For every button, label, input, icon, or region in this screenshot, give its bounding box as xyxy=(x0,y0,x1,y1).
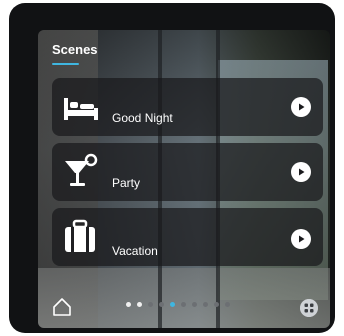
cocktail-icon xyxy=(65,153,98,186)
bottom-bar xyxy=(38,298,330,328)
play-icon xyxy=(299,168,305,176)
play-button[interactable] xyxy=(291,162,311,182)
page-title: Scenes xyxy=(52,42,98,57)
page-dot[interactable] xyxy=(181,302,186,307)
bed-icon xyxy=(64,98,98,120)
page-dot[interactable] xyxy=(148,302,153,307)
home-icon[interactable] xyxy=(52,297,72,317)
scene-card-vacation[interactable]: Vacation xyxy=(52,208,323,266)
scene-card-good-night[interactable]: Good Night xyxy=(52,78,323,136)
suitcase-icon xyxy=(65,219,95,252)
scene-label: Vacation xyxy=(112,244,158,258)
page-dot-active[interactable] xyxy=(170,302,175,307)
title-underline xyxy=(52,63,79,65)
page-dot[interactable] xyxy=(137,302,142,307)
page-indicator[interactable] xyxy=(126,302,230,307)
device-frame: Scenes Good Night Party Vacation xyxy=(9,3,335,333)
play-icon xyxy=(299,235,305,243)
page-dot[interactable] xyxy=(159,302,164,307)
scene-label: Party xyxy=(112,176,141,190)
scene-label: Good Night xyxy=(112,111,173,125)
play-button[interactable] xyxy=(291,229,311,249)
page-dot[interactable] xyxy=(126,302,131,307)
play-button[interactable] xyxy=(291,97,311,117)
scenes-screen: Scenes Good Night Party Vacation xyxy=(38,30,330,328)
page-dot[interactable] xyxy=(192,302,197,307)
page-dot[interactable] xyxy=(225,302,230,307)
scene-card-party[interactable]: Party xyxy=(52,143,323,201)
apps-grid-icon[interactable] xyxy=(300,299,318,317)
page-dot[interactable] xyxy=(203,302,208,307)
page-dot[interactable] xyxy=(214,302,219,307)
play-icon xyxy=(299,103,305,111)
